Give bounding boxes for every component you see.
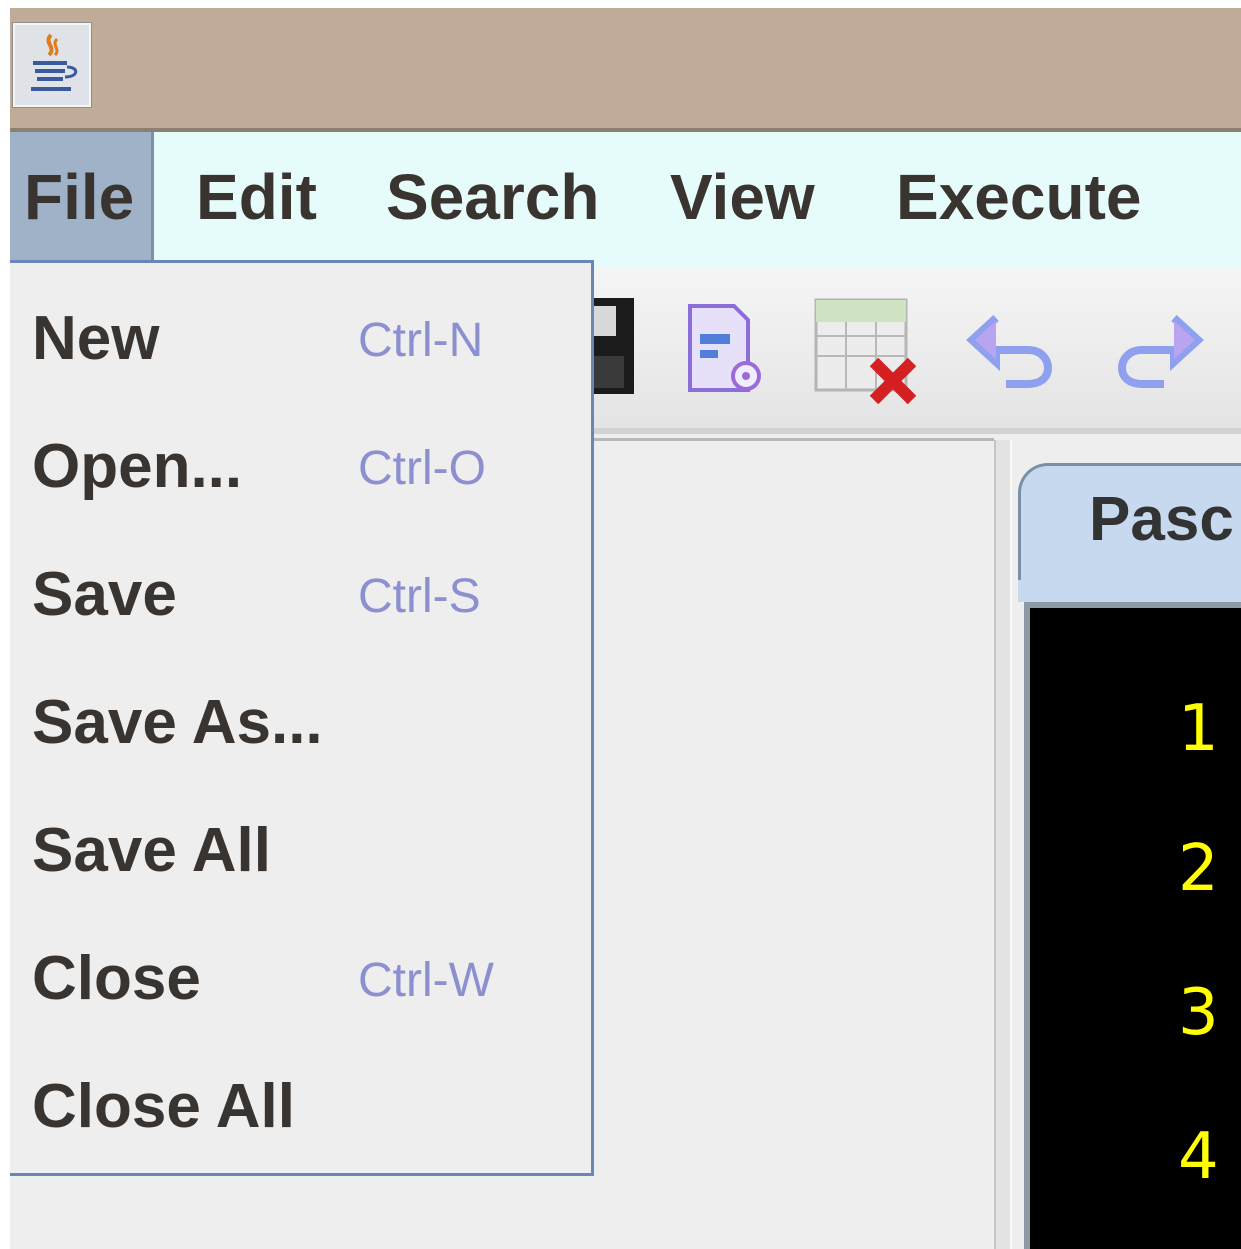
file-menu-dropdown: New Ctrl-N Open... Ctrl-O Save Ctrl-S Sa… — [10, 260, 594, 1176]
menu-item-label: New — [32, 304, 160, 373]
menu-item-save[interactable]: Save Ctrl-S — [10, 529, 590, 657]
redo-icon[interactable] — [1108, 310, 1204, 397]
editor-tab-label: Pasc — [1089, 485, 1234, 554]
title-bar — [10, 8, 1241, 128]
menu-item-label: Save — [32, 560, 177, 629]
menu-execute[interactable]: Execute — [896, 132, 1141, 266]
line-number: 3 — [1178, 976, 1219, 1050]
menu-item-label: Open... — [32, 432, 243, 501]
menu-search[interactable]: Search — [386, 132, 599, 266]
editor-tab[interactable]: Pasc — [1018, 463, 1241, 583]
menu-item-shortcut: Ctrl-O — [358, 442, 486, 495]
menu-item-close[interactable]: Close Ctrl-W — [10, 913, 590, 1041]
menu-item-close-all[interactable]: Close All — [10, 1041, 590, 1169]
close-table-icon[interactable] — [812, 296, 924, 411]
split-pane-divider[interactable] — [994, 440, 1012, 1249]
menu-item-save-as[interactable]: Save As... — [10, 657, 590, 785]
undo-icon[interactable] — [966, 310, 1062, 397]
code-editor[interactable]: 1 2 3 4 — [1024, 602, 1241, 1249]
menu-item-label: Close All — [32, 1072, 295, 1141]
menu-item-new[interactable]: New Ctrl-N — [10, 273, 590, 401]
menu-bar: File Edit Search View Execute — [10, 132, 1241, 268]
menu-item-shortcut: Ctrl-S — [358, 570, 481, 623]
menu-item-label: Save As... — [32, 688, 323, 757]
tab-strip — [1018, 580, 1241, 602]
menu-edit[interactable]: Edit — [196, 132, 317, 266]
menu-item-shortcut: Ctrl-W — [358, 954, 494, 1007]
menu-file[interactable]: File — [10, 132, 154, 266]
menu-item-label: Close — [32, 944, 201, 1013]
menu-view[interactable]: View — [670, 132, 815, 266]
menu-item-label: Save All — [32, 816, 271, 885]
document-properties-icon[interactable] — [686, 304, 766, 401]
java-app-icon[interactable] — [12, 22, 92, 108]
line-number: 4 — [1178, 1120, 1219, 1194]
menu-item-open[interactable]: Open... Ctrl-O — [10, 401, 590, 529]
application-window: File Edit Search View Execute Pasc 1 2 3… — [10, 8, 1241, 1249]
menu-item-shortcut: Ctrl-N — [358, 314, 484, 367]
line-number: 2 — [1178, 832, 1219, 906]
menu-item-save-all[interactable]: Save All — [10, 785, 590, 913]
line-number: 1 — [1178, 692, 1219, 766]
